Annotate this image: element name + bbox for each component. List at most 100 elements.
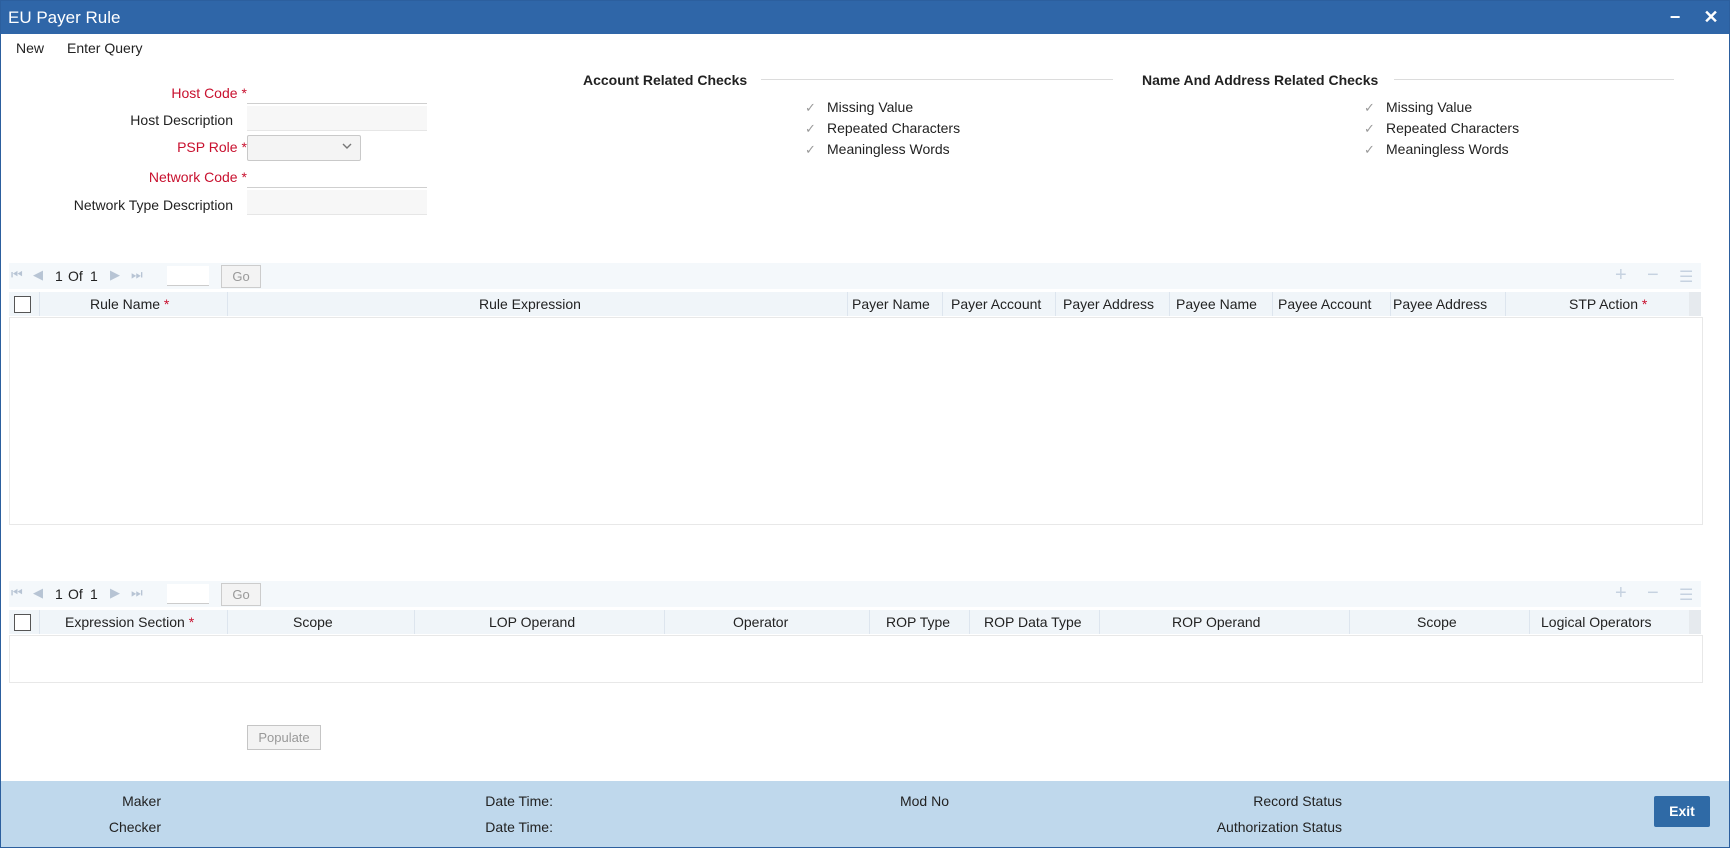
col-logical-operators[interactable]: Logical Operators	[1541, 614, 1652, 630]
network-code-label: Network Code *	[61, 169, 247, 185]
window: EU Payer Rule − ✕ New Enter Query Host C…	[0, 0, 1730, 848]
col-lop-operand[interactable]: LOP Operand	[489, 614, 575, 630]
authorization-status-label: Authorization Status	[1216, 819, 1342, 835]
account-check-repeated-characters[interactable]: ✓ Repeated Characters	[805, 120, 960, 137]
network-code-input[interactable]	[247, 163, 427, 188]
page-number-input[interactable]	[167, 266, 209, 286]
column-separator	[1099, 610, 1100, 634]
maker-date-time-label: Date Time:	[485, 793, 553, 809]
pager-current: 1	[55, 586, 63, 602]
psp-role-select[interactable]	[247, 135, 361, 161]
check-label: Repeated Characters	[1386, 120, 1520, 136]
list-view-icon[interactable]: ☰	[1679, 267, 1693, 287]
select-all-checkbox[interactable]	[14, 296, 31, 313]
section-divider	[761, 79, 1113, 80]
select-all-checkbox[interactable]	[14, 614, 31, 631]
page-number-input[interactable]	[167, 584, 209, 604]
column-separator	[869, 610, 870, 634]
name-address-checks-title: Name And Address Related Checks	[1142, 72, 1379, 88]
check-label: Missing Value	[827, 99, 914, 115]
mod-no-label: Mod No	[899, 793, 949, 809]
col-payer-address[interactable]: Payer Address	[1063, 296, 1154, 312]
col-payee-address[interactable]: Payee Address	[1393, 296, 1487, 312]
col-operator[interactable]: Operator	[733, 614, 788, 630]
required-mark: *	[188, 614, 195, 630]
psp-role-label: PSP Role *	[61, 139, 247, 155]
populate-button[interactable]: Populate	[247, 725, 321, 750]
next-page-icon[interactable]: ▶	[110, 585, 120, 601]
col-payer-account[interactable]: Payer Account	[951, 296, 1041, 312]
expression-grid-body	[9, 635, 1703, 683]
host-code-input[interactable]	[247, 79, 427, 104]
grid-scrollbar[interactable]	[1689, 292, 1701, 316]
col-rop-type[interactable]: ROP Type	[886, 614, 950, 630]
column-separator	[1390, 292, 1391, 316]
go-button[interactable]: Go	[221, 583, 261, 606]
psp-role-label-text: PSP Role	[177, 139, 238, 155]
col-scope-2[interactable]: Scope	[1417, 614, 1457, 630]
expression-grid-header: Expression Section * Scope LOP Operand O…	[9, 610, 1701, 634]
col-stp-action[interactable]: STP Action *	[1569, 296, 1647, 312]
menu-new[interactable]: New	[16, 40, 44, 56]
record-status-label: Record Status	[1253, 793, 1342, 809]
chevron-down-icon	[342, 143, 352, 149]
column-separator	[1529, 610, 1530, 634]
first-page-icon[interactable]: ⏮	[11, 585, 23, 601]
name-check-meaningless-words[interactable]: ✓ Meaningless Words	[1364, 141, 1509, 158]
pager-total: 1	[90, 586, 98, 602]
column-separator	[942, 292, 943, 316]
remove-row-icon[interactable]: −	[1647, 264, 1659, 287]
col-rule-expression[interactable]: Rule Expression	[479, 296, 581, 312]
add-row-icon[interactable]: +	[1615, 582, 1627, 605]
column-separator	[1272, 292, 1273, 316]
network-code-label-text: Network Code	[148, 169, 238, 185]
check-label: Repeated Characters	[827, 120, 961, 136]
checkmark-icon: ✓	[805, 121, 816, 136]
title-bar: EU Payer Rule − ✕	[1, 1, 1729, 34]
col-label: Expression Section	[65, 614, 185, 630]
column-separator	[664, 610, 665, 634]
col-label: STP Action	[1569, 296, 1639, 312]
remove-row-icon[interactable]: −	[1647, 582, 1659, 605]
col-payer-name[interactable]: Payer Name	[852, 296, 930, 312]
next-page-icon[interactable]: ▶	[110, 267, 120, 283]
last-page-icon[interactable]: ⏭	[131, 585, 143, 601]
account-check-missing-value[interactable]: ✓ Missing Value	[805, 99, 913, 116]
col-expression-section[interactable]: Expression Section *	[65, 614, 194, 630]
column-separator	[227, 610, 228, 634]
network-type-description-label: Network Type Description	[73, 197, 233, 213]
column-separator	[969, 610, 970, 634]
go-button[interactable]: Go	[221, 265, 261, 288]
column-separator	[39, 292, 40, 316]
col-scope[interactable]: Scope	[293, 614, 333, 630]
col-rop-data-type[interactable]: ROP Data Type	[984, 614, 1082, 630]
col-rop-operand[interactable]: ROP Operand	[1172, 614, 1260, 630]
checkmark-icon: ✓	[1364, 121, 1375, 136]
name-check-repeated-characters[interactable]: ✓ Repeated Characters	[1364, 120, 1519, 137]
window-title: EU Payer Rule	[8, 8, 121, 27]
prev-page-icon[interactable]: ◀	[33, 585, 43, 601]
exit-button[interactable]: Exit	[1654, 796, 1710, 827]
grid-scrollbar[interactable]	[1689, 610, 1701, 634]
add-row-icon[interactable]: +	[1615, 264, 1627, 287]
col-payee-name[interactable]: Payee Name	[1176, 296, 1257, 312]
minimize-icon[interactable]: −	[1664, 6, 1686, 28]
checker-label: Checker	[108, 819, 161, 835]
prev-page-icon[interactable]: ◀	[33, 267, 43, 283]
pager-total: 1	[90, 268, 98, 284]
column-separator	[847, 292, 848, 316]
list-view-icon[interactable]: ☰	[1679, 585, 1693, 605]
rules-grid-body	[9, 317, 1703, 525]
name-check-missing-value[interactable]: ✓ Missing Value	[1364, 99, 1472, 116]
account-check-meaningless-words[interactable]: ✓ Meaningless Words	[805, 141, 950, 158]
audit-footer: Maker Checker Date Time: Date Time: Mod …	[1, 781, 1729, 847]
rules-pager: ⏮ ◀ 1 Of 1 ▶ ⏭ Go + − ☰	[9, 263, 1701, 289]
menu-enter-query[interactable]: Enter Query	[67, 40, 142, 56]
col-payee-account[interactable]: Payee Account	[1278, 296, 1371, 312]
column-separator	[227, 292, 228, 316]
checkmark-icon: ✓	[805, 142, 816, 157]
last-page-icon[interactable]: ⏭	[131, 267, 143, 283]
col-rule-name[interactable]: Rule Name *	[90, 296, 169, 312]
first-page-icon[interactable]: ⏮	[11, 267, 23, 283]
close-icon[interactable]: ✕	[1700, 6, 1722, 28]
